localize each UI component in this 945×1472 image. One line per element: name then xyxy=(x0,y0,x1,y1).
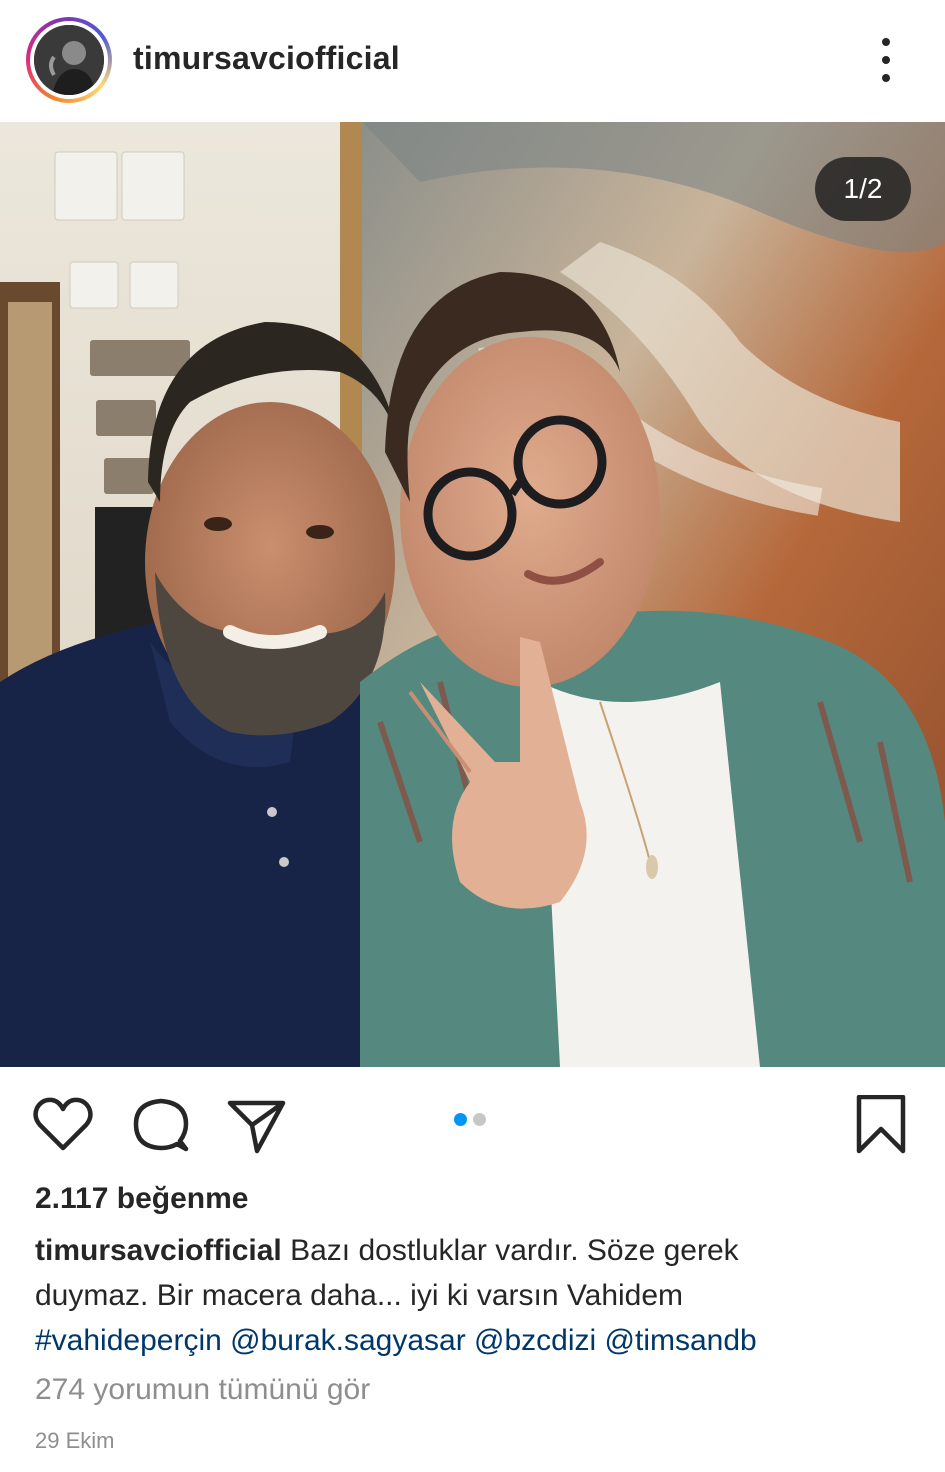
post-header: timursavciofficial xyxy=(0,0,945,122)
mention-link[interactable]: @bzcdizi xyxy=(474,1324,596,1357)
post-caption: timursavciofficial Bazı dostluklar vardı… xyxy=(35,1228,915,1363)
comment-icon[interactable] xyxy=(130,1095,192,1155)
carousel-counter: 1/2 xyxy=(815,157,911,221)
more-dot xyxy=(882,38,890,46)
caption-username[interactable]: timursavciofficial xyxy=(35,1234,282,1267)
carousel-dots xyxy=(454,1113,486,1126)
view-all-comments-link[interactable]: 274 yorumun tümünü gör xyxy=(35,1373,370,1407)
carousel-dot[interactable] xyxy=(473,1113,486,1126)
photo-illustration xyxy=(0,122,945,1067)
action-bar xyxy=(0,1067,945,1177)
hashtag-link[interactable]: #vahideperçin xyxy=(35,1324,222,1357)
story-ring[interactable] xyxy=(26,17,112,103)
caption-line-2: duymaz. Bir macera daha... iyi ki varsın… xyxy=(35,1279,684,1312)
post-date: 29 Ekim xyxy=(35,1428,115,1453)
caption-line-3: #vahideperçin @burak.sagyasar @bzcdizi @… xyxy=(35,1318,915,1363)
mention-link[interactable]: @timsandb xyxy=(605,1324,757,1357)
caption-line-1: timursavciofficial Bazı dostluklar vardı… xyxy=(35,1228,915,1273)
more-options-icon[interactable] xyxy=(872,38,900,82)
avatar-image xyxy=(34,25,104,95)
avatar[interactable] xyxy=(34,25,104,95)
carousel-dot[interactable] xyxy=(454,1113,467,1126)
more-dot xyxy=(882,74,890,82)
caption-text-1: Bazı dostluklar vardır. Söze gerek xyxy=(290,1234,739,1267)
post-username[interactable]: timursavciofficial xyxy=(133,40,400,77)
more-dot xyxy=(882,56,890,64)
share-icon[interactable] xyxy=(226,1095,288,1155)
mention-link[interactable]: @burak.sagyasar xyxy=(230,1324,466,1357)
post-photo[interactable]: 1/2 xyxy=(0,122,945,1067)
like-count[interactable]: 2.117 beğenme xyxy=(35,1182,248,1216)
heart-icon[interactable] xyxy=(32,1095,94,1155)
bookmark-icon[interactable] xyxy=(850,1094,912,1155)
